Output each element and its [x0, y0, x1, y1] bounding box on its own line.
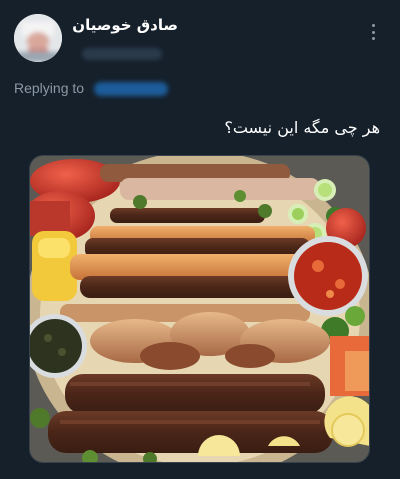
avatar[interactable]: [14, 14, 62, 62]
replying-to-label: Replying to: [14, 80, 85, 96]
tweet-photo[interactable]: [29, 155, 370, 463]
tweet-text: هر چی مگه این نیست؟: [224, 118, 380, 137]
author-info: صادق خوصیان: [72, 16, 178, 34]
author-handle-redacted: [82, 48, 162, 60]
author-display-name[interactable]: صادق خوصیان: [72, 16, 178, 34]
more-options-icon[interactable]: [366, 22, 380, 42]
tweet-card: صادق خوصیان Replying to هر چی مگه این نی…: [0, 0, 400, 479]
reply-mention-redacted[interactable]: [94, 82, 168, 96]
